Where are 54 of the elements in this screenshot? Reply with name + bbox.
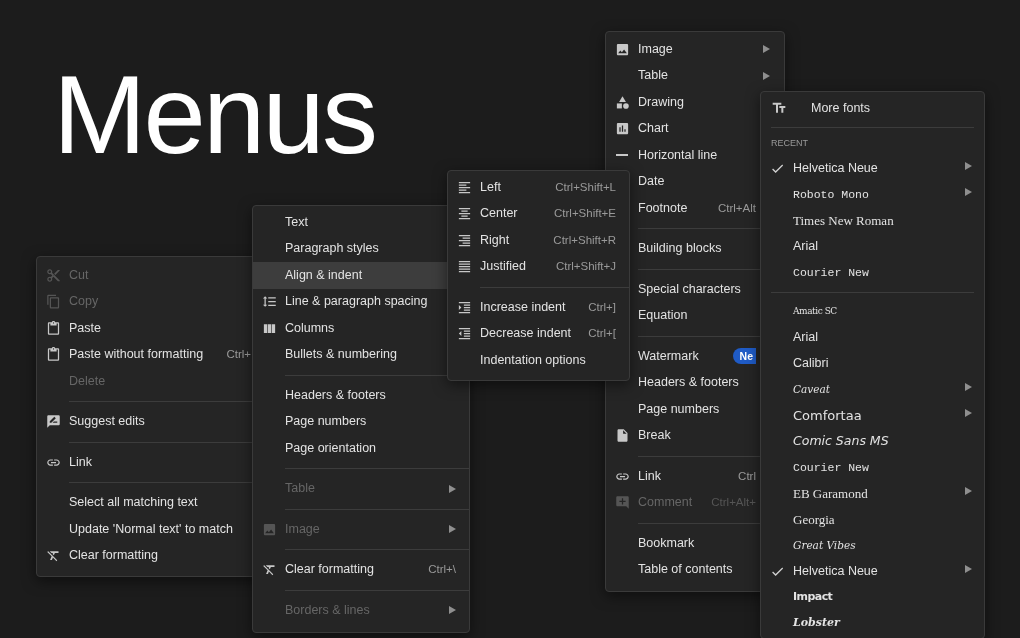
shapes-icon [614,94,630,110]
submenu-arrow-icon [449,484,456,493]
submenu-arrow-icon [965,409,972,417]
shortcut-text: Ctrl+Alt [717,200,756,216]
font-item[interactable]: Lobster [761,610,984,637]
font-item[interactable]: Arial [761,233,984,260]
clear-formatting-icon [261,562,277,578]
page-title: Menus [53,59,376,171]
indent-decrease-icon [456,326,472,342]
new-badge: Ne [732,348,756,365]
copy-icon [45,294,61,310]
font-item[interactable]: Impact [761,584,984,611]
shortcut-text: Ctrl+Shift+E [554,206,616,222]
submenu-arrow-icon [763,71,770,80]
clear-formatting-icon [45,548,61,564]
align-center-icon [456,206,472,222]
submenu-arrow-icon [449,525,456,534]
shortcut-text: Ctrl+\ [428,562,456,578]
align-left-icon [456,179,472,195]
section-label: RECENT [770,137,809,150]
font-size-icon [771,100,787,116]
shortcut-text: Ctrl+Shift+L [555,179,616,195]
clipboard-icon [45,320,61,336]
shortcut-text: Ctrl+Shift+J [555,259,616,275]
submenu-arrow-icon [763,45,770,54]
image-icon [614,41,630,57]
submenu-arrow-icon [449,606,456,615]
submenu-arrow-icon [965,162,972,170]
align-right-icon [456,232,472,248]
image-icon [261,521,277,537]
menu-item[interactable]: Left Ctrl+Shift+L [448,174,629,201]
font-item[interactable]: Roboto Mono [761,181,984,208]
submenu-arrow-icon [965,565,972,573]
chart-icon [614,121,630,137]
shortcut-text: Ctrl+[ [588,326,616,342]
submenu-arrow-icon [965,188,972,196]
shortcut-text: Ctrl+Shift+R [553,232,616,248]
scissors-icon [45,267,61,283]
submenu-arrow-icon [965,487,972,495]
horizontal-line-icon [616,154,628,157]
font-item[interactable]: Times New Roman [761,207,984,234]
menu-item[interactable]: Table [606,62,784,89]
font-item[interactable]: Helvetica Neue [761,155,984,182]
submenu-arrow-icon [965,383,972,391]
menu-item[interactable]: Image [606,36,784,63]
clipboard-icon [45,347,61,363]
shortcut-text: Ctrl [738,468,756,484]
shortcut-text: Ctrl+ [226,347,251,363]
indent-increase-icon [456,299,472,315]
font-item[interactable]: Arial [761,324,984,351]
align-justify-icon [456,259,472,275]
comment-edit-icon [45,414,61,430]
add-comment-icon [614,495,630,511]
font-item[interactable]: Georgia [761,506,984,533]
